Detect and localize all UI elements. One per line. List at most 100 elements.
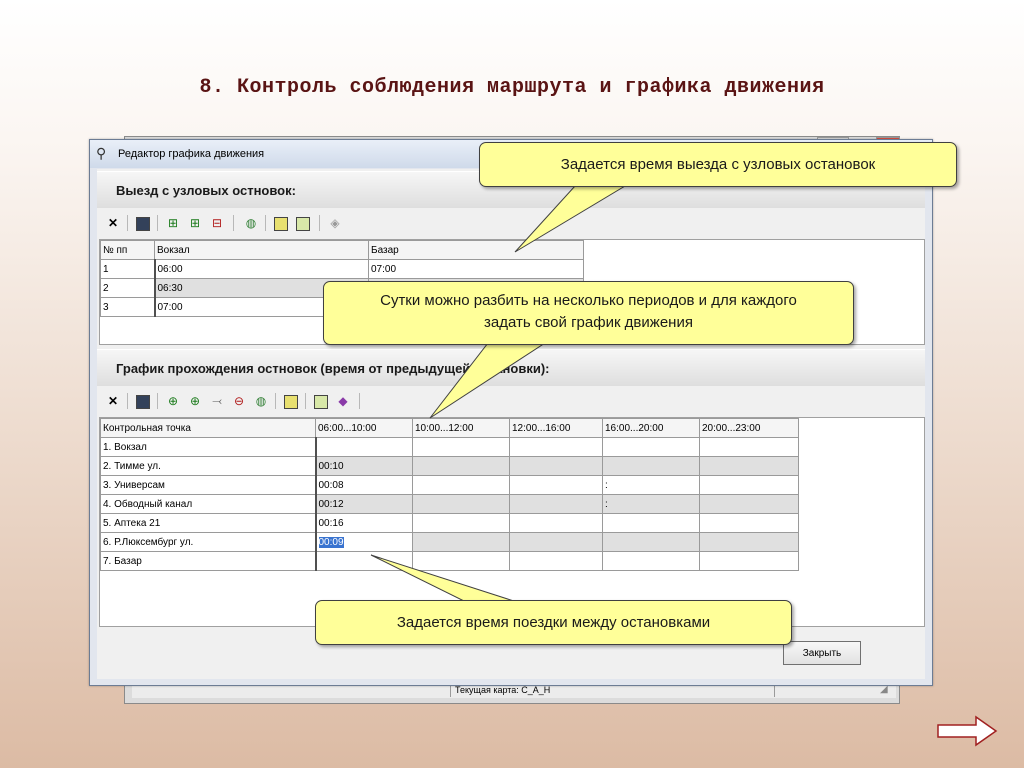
passage-toolbar: ✕ ⊕ ⊕ ⤙ ⊖ ◍ ◆ — [97, 386, 925, 416]
column-header[interactable]: 06:00...10:00 — [315, 418, 413, 438]
table-row[interactable]: 1 06:00 07:00 — [100, 259, 584, 279]
window-title: Редактор графика движения — [118, 148, 265, 160]
table-cell[interactable] — [699, 513, 799, 533]
book-icon[interactable]: ◆ — [335, 393, 351, 409]
remove-column-icon[interactable]: ⊟ — [209, 215, 225, 231]
table-row[interactable]: 6. Р.Люксембург ул. 00:09 — [100, 532, 799, 552]
table-cell[interactable] — [412, 532, 510, 552]
delete-icon[interactable]: ✕ — [105, 393, 121, 409]
print-icon[interactable]: ◈ — [327, 215, 343, 231]
table-row[interactable]: 3. Универсам 00:08 : — [100, 475, 799, 495]
table-cell[interactable] — [412, 475, 510, 495]
column-header[interactable]: Вокзал — [154, 240, 369, 260]
window-app-icon: ⚲ — [96, 145, 107, 161]
table-cell[interactable]: 00:12 — [315, 494, 413, 514]
table-cell[interactable] — [602, 551, 700, 571]
toolbar-separator — [319, 215, 320, 231]
column-header[interactable]: 16:00...20:00 — [602, 418, 700, 438]
column-header[interactable]: Базар — [368, 240, 584, 260]
table-cell[interactable]: 00:16 — [315, 513, 413, 533]
table-row[interactable]: 2. Тимме ул. 00:10 — [100, 456, 799, 476]
table-cell[interactable] — [509, 456, 603, 476]
table-cell[interactable] — [699, 456, 799, 476]
table-row[interactable]: 4. Обводный канал 00:12 : — [100, 494, 799, 514]
insert-row-icon[interactable]: ⊕ — [187, 393, 203, 409]
table-row[interactable]: 5. Аптека 21 00:16 — [100, 513, 799, 533]
column-header[interactable]: № пп — [100, 240, 155, 260]
export-excel-icon[interactable] — [283, 393, 299, 409]
table-cell[interactable] — [699, 494, 799, 514]
table-cell[interactable] — [412, 494, 510, 514]
table-row[interactable]: 7. Базар — [100, 551, 799, 571]
departures-header-text: Выезд с узловых остновок: — [116, 183, 296, 198]
table-row[interactable]: 1. Вокзал — [100, 437, 799, 457]
import-excel-icon[interactable] — [295, 215, 311, 231]
table-cell[interactable]: : — [602, 494, 700, 514]
insert-column-icon[interactable]: ⊞ — [187, 215, 203, 231]
table-cell[interactable] — [699, 475, 799, 495]
table-cell[interactable]: 07:00 — [368, 259, 584, 279]
row-number: 3 — [100, 297, 156, 317]
callout-departure-text: Задается время выезда с узловых останово… — [560, 156, 876, 173]
table-cell[interactable]: 06:00 — [154, 259, 369, 279]
table-cell[interactable]: : — [602, 475, 700, 495]
table-cell[interactable] — [509, 494, 603, 514]
table-cell-selected[interactable]: 00:09 — [315, 532, 413, 552]
departures-toolbar: ✕ ⊞ ⊞ ⊟ ◍ ◈ — [97, 208, 925, 238]
add-column-icon[interactable]: ⊞ — [165, 215, 181, 231]
column-header[interactable]: Контрольная точка — [100, 418, 316, 438]
control-point-name: 4. Обводный канал — [100, 494, 317, 514]
table-cell[interactable] — [602, 513, 700, 533]
table-cell[interactable] — [509, 551, 603, 571]
toolbar-separator — [127, 215, 128, 231]
delete-icon[interactable]: ✕ — [105, 215, 121, 231]
table-cell[interactable] — [412, 551, 510, 571]
save-icon[interactable] — [135, 215, 151, 231]
callout-travel: Задается время поездки между остановками — [315, 600, 792, 645]
column-header[interactable]: 12:00...16:00 — [509, 418, 603, 438]
add-row-icon[interactable]: ⊕ — [165, 393, 181, 409]
table-cell[interactable] — [509, 475, 603, 495]
export-excel-icon[interactable] — [273, 215, 289, 231]
control-point-name: 7. Базар — [100, 551, 317, 571]
toolbar-separator — [359, 393, 360, 409]
remove-row-icon[interactable]: ⊖ — [231, 393, 247, 409]
table-cell[interactable] — [509, 437, 603, 457]
table-cell[interactable] — [602, 456, 700, 476]
table-cell[interactable] — [602, 532, 700, 552]
clear-icon[interactable]: ◍ — [253, 393, 269, 409]
status-separator — [450, 685, 451, 697]
next-slide-arrow-icon[interactable] — [936, 714, 1000, 748]
split-icon[interactable]: ⤙ — [209, 393, 225, 409]
save-icon[interactable] — [135, 393, 151, 409]
table-cell[interactable] — [412, 513, 510, 533]
callout-travel-text: Задается время поездки между остановками — [396, 614, 711, 631]
clear-icon[interactable]: ◍ — [243, 215, 259, 231]
table-cell[interactable] — [412, 456, 510, 476]
table-cell[interactable]: 00:10 — [315, 456, 413, 476]
slide-title: 8. Контроль соблюдения маршрута и график… — [199, 76, 825, 99]
table-cell[interactable] — [699, 532, 799, 552]
close-button[interactable]: Закрыть — [783, 641, 861, 665]
toolbar-separator — [305, 393, 306, 409]
control-point-name: 1. Вокзал — [100, 437, 317, 457]
table-cell[interactable] — [699, 551, 799, 571]
table-cell[interactable] — [412, 437, 510, 457]
import-excel-icon[interactable] — [313, 393, 329, 409]
table-cell[interactable] — [602, 437, 700, 457]
toolbar-separator — [265, 215, 266, 231]
table-cell[interactable]: 00:08 — [315, 475, 413, 495]
table-cell[interactable] — [509, 513, 603, 533]
toolbar-separator — [157, 215, 158, 231]
selected-cell-value[interactable]: 00:09 — [318, 536, 344, 548]
passage-header-text: График прохождения остновок (время от пр… — [116, 361, 550, 376]
column-header[interactable]: 20:00...23:00 — [699, 418, 799, 438]
table-cell[interactable] — [315, 437, 413, 457]
table-cell[interactable] — [699, 437, 799, 457]
table-cell[interactable] — [509, 532, 603, 552]
callout-departure: Задается время выезда с узловых останово… — [479, 142, 957, 187]
passage-section-header: График прохождения остновок (время от пр… — [97, 349, 925, 387]
table-cell[interactable] — [315, 551, 413, 571]
status-separator — [774, 685, 775, 697]
column-header[interactable]: 10:00...12:00 — [412, 418, 510, 438]
